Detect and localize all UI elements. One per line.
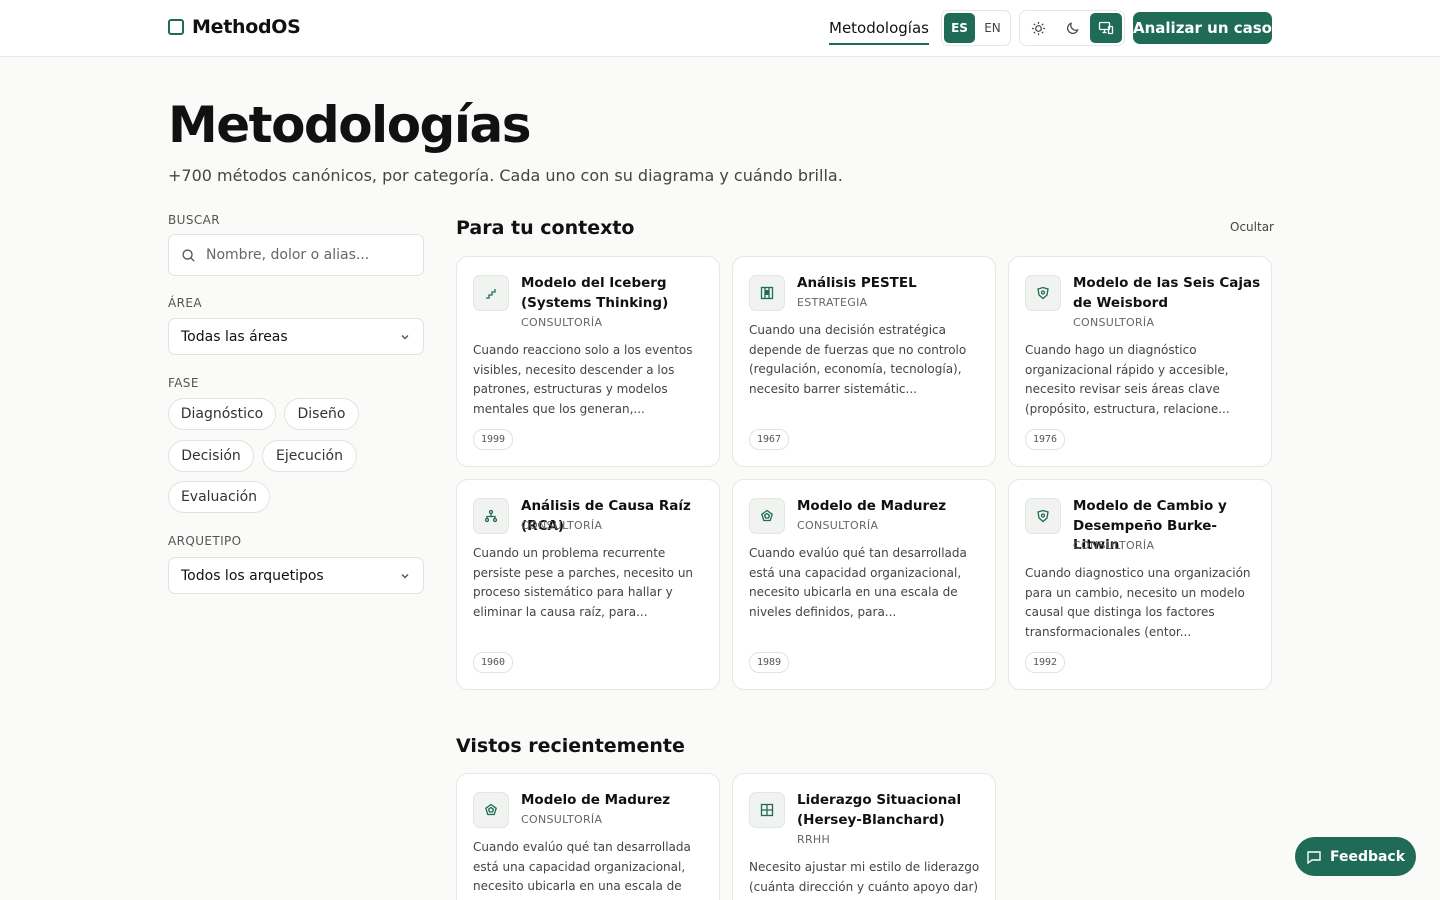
archetype-select[interactable]: Todos los arquetipos <box>168 557 424 594</box>
method-card[interactable]: Modelo del Iceberg (Systems Thinking) CO… <box>456 256 720 467</box>
shield-icon <box>1025 275 1061 311</box>
monitor-icon <box>1098 21 1114 35</box>
card-year-badge: 1976 <box>1025 429 1066 450</box>
card-year-badge: 1989 <box>749 652 790 673</box>
card-category: CONSULTORÍA <box>521 813 603 826</box>
card-description: Cuando reacciono solo a los eventos visi… <box>473 343 693 416</box>
shield-icon <box>1025 498 1061 534</box>
card-year-badge: 1992 <box>1025 652 1066 673</box>
phase-chip-ejecucion[interactable]: Ejecución <box>262 440 357 472</box>
moon-icon <box>1066 21 1079 34</box>
card-description: Cuando hago un diagnóstico organizaciona… <box>1025 343 1230 416</box>
method-card[interactable]: Modelo de las Seis Cajas de Weisbord CON… <box>1008 256 1272 467</box>
phase-chip-evaluacion[interactable]: Evaluación <box>168 481 270 513</box>
brand-logo[interactable]: MethodOS <box>168 16 301 38</box>
card-category: CONSULTORÍA <box>1073 316 1155 329</box>
search-label: BUSCAR <box>168 213 220 227</box>
analyze-case-button[interactable]: Analizar un caso <box>1133 12 1272 44</box>
tree-icon <box>473 498 509 534</box>
area-select-value: Todas las áreas <box>181 328 288 345</box>
card-title: Modelo del Iceberg (Systems Thinking) <box>521 275 669 311</box>
columns-icon <box>749 275 785 311</box>
card-category: CONSULTORÍA <box>521 316 603 329</box>
search-input[interactable] <box>206 247 406 263</box>
phase-label: FASE <box>168 376 199 390</box>
search-field[interactable] <box>168 234 424 276</box>
card-description: Cuando una decisión estratégica depende … <box>749 323 967 396</box>
search-icon <box>182 248 195 262</box>
language-switcher: ES EN <box>941 10 1011 46</box>
nav-link-metodologias[interactable]: Metodologías <box>829 19 929 45</box>
logo-square-icon <box>168 19 184 35</box>
archetype-label: ARQUETIPO <box>168 534 242 548</box>
phase-chip-decision[interactable]: Decisión <box>168 440 254 472</box>
phase-chip-diagnostico[interactable]: Diagnóstico <box>168 398 276 430</box>
pentagon-icon <box>473 792 509 828</box>
card-year-badge: 1960 <box>473 652 514 673</box>
dark-theme-button[interactable] <box>1056 13 1088 43</box>
area-label: ÁREA <box>168 296 202 310</box>
card-category: ESTRATEGIA <box>797 296 868 309</box>
method-card[interactable]: Modelo de Madurez CONSULTORÍA Cuando eva… <box>732 479 996 690</box>
page-subtitle: +700 métodos canónicos, por categoría. C… <box>168 166 843 185</box>
language-en-button[interactable]: EN <box>977 13 1008 43</box>
card-title: Análisis PESTEL <box>797 275 917 291</box>
recent-section-title: Vistos recientemente <box>456 735 685 757</box>
card-year-badge: 1967 <box>749 429 790 450</box>
card-category: CONSULTORÍA <box>797 519 879 532</box>
recent-method-card[interactable]: Liderazgo Situacional (Hersey-Blanchard)… <box>732 773 996 900</box>
chevron-down-icon <box>401 334 409 339</box>
pentagon-icon <box>749 498 785 534</box>
recent-method-card[interactable]: Modelo de Madurez CONSULTORÍA Cuando eva… <box>456 773 720 900</box>
method-card[interactable]: Análisis PESTEL ESTRATEGIA Cuando una de… <box>732 256 996 467</box>
grid-icon <box>749 792 785 828</box>
chevron-down-icon <box>401 573 409 578</box>
card-title: Modelo de las Seis Cajas de Weisbord <box>1073 275 1261 311</box>
card-title: Modelo de Madurez <box>521 792 671 808</box>
chat-bubble-icon <box>1307 850 1321 864</box>
card-description: Cuando un problema recurrente persiste p… <box>473 546 694 619</box>
feedback-button[interactable]: Feedback <box>1295 837 1416 876</box>
theme-switcher <box>1019 10 1125 46</box>
light-theme-button[interactable] <box>1022 13 1054 43</box>
card-category: CONSULTORÍA <box>1073 539 1155 552</box>
hide-context-button[interactable]: Ocultar <box>1230 220 1274 234</box>
card-title: Liderazgo Situacional (Hersey-Blanchard) <box>797 792 962 828</box>
card-description: Cuando diagnostico una organización para… <box>1025 566 1251 639</box>
card-year-badge: 1999 <box>473 429 514 450</box>
brand-name: MethodOS <box>192 16 301 38</box>
card-description: Cuando evalúo qué tan desarrollada está … <box>473 840 691 893</box>
context-section-title: Para tu contexto <box>456 217 635 239</box>
page-title: Metodologías <box>168 96 531 154</box>
sun-icon <box>1031 21 1045 35</box>
card-category: CONSULTORÍA <box>521 519 603 532</box>
method-card[interactable]: Análisis de Causa Raíz (RCA) CONSULTORÍA… <box>456 479 720 690</box>
top-bar: MethodOS Metodologías ES EN Analizar un … <box>0 0 1440 57</box>
stairs-icon <box>473 275 509 311</box>
card-category: RRHH <box>797 833 831 846</box>
area-select[interactable]: Todas las áreas <box>168 318 424 355</box>
method-card[interactable]: Modelo de Cambio y Desempeño Burke-Litwi… <box>1008 479 1272 690</box>
card-description: Cuando evalúo qué tan desarrollada está … <box>749 546 967 619</box>
card-description: Necesito ajustar mi estilo de liderazgo … <box>749 860 980 900</box>
language-es-button[interactable]: ES <box>944 13 975 43</box>
card-title: Modelo de Madurez <box>797 498 947 514</box>
phase-chip-diseno[interactable]: Diseño <box>284 398 359 430</box>
feedback-label: Feedback <box>1329 848 1406 865</box>
system-theme-button[interactable] <box>1090 13 1122 43</box>
archetype-select-value: Todos los arquetipos <box>181 567 324 584</box>
